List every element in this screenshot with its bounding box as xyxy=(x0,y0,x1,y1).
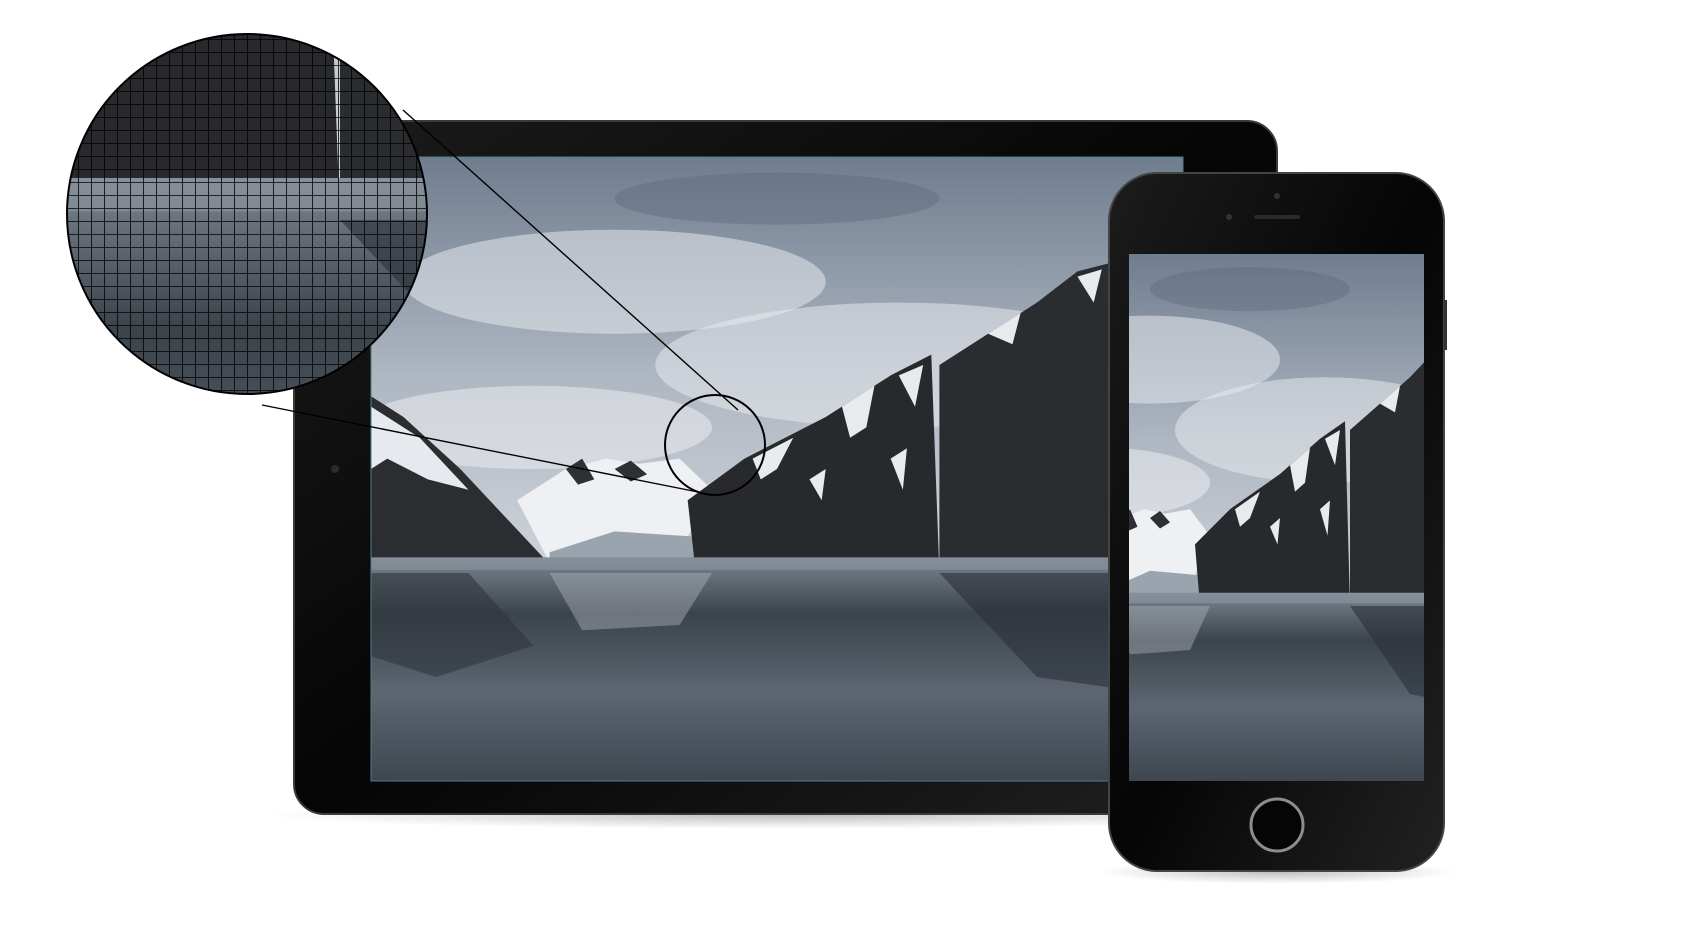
camera-icon xyxy=(1274,193,1280,199)
tablet-screen xyxy=(371,157,1183,781)
speaker-icon xyxy=(1254,215,1300,219)
camera-icon xyxy=(1226,214,1232,220)
camera-icon xyxy=(331,465,339,473)
home-button-icon[interactable] xyxy=(1249,797,1305,853)
device-illustration xyxy=(66,33,1457,884)
